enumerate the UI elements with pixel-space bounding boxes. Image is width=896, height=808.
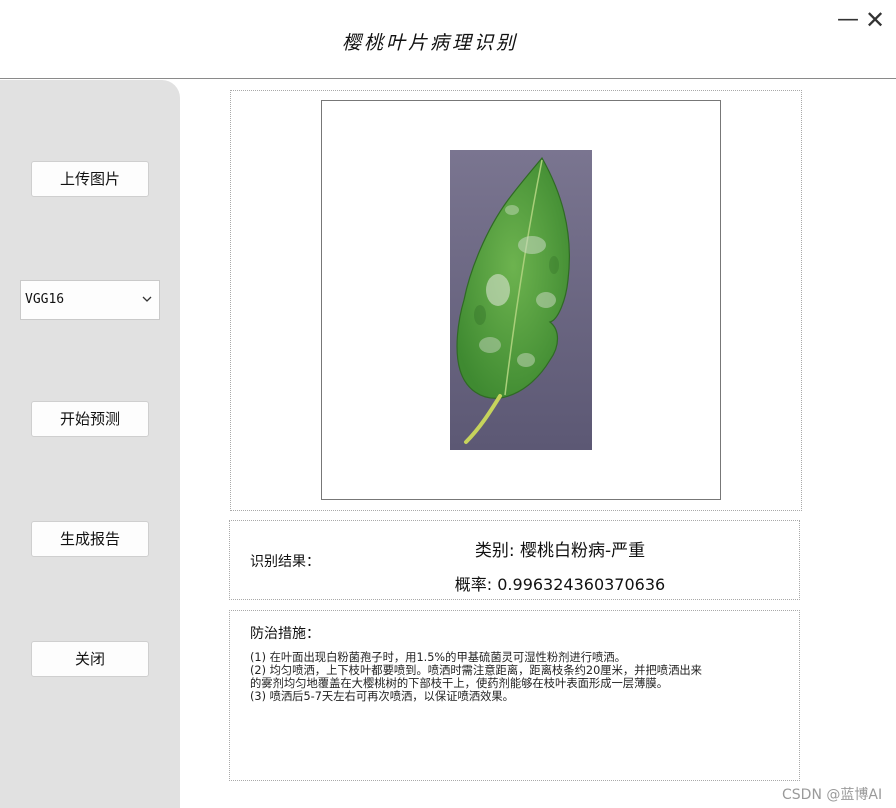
- sidebar: 上传图片 VGG16 开始预测 生成报告 关闭: [0, 80, 180, 808]
- result-panel: 识别结果： 类别: 樱桃白粉病-严重 概率: 0.996324360370636: [229, 520, 800, 600]
- measure-line: (2) 均匀喷洒，上下枝叶都要喷到。喷洒时需注意距离，距离枝条约20厘米，并把喷…: [250, 664, 702, 677]
- measures-panel: 防治措施： (1) 在叶面出现白粉菌孢子时，用1.5%的甲基硫菌灵可湿性粉剂进行…: [229, 610, 800, 781]
- start-predict-button[interactable]: 开始预测: [31, 401, 149, 437]
- title-bar: 樱桃叶片病理识别 — ✕: [0, 0, 896, 79]
- chevron-down-icon[interactable]: [141, 281, 153, 334]
- watermark: CSDN @蓝博AI: [782, 787, 883, 803]
- window-title: 樱桃叶片病理识别: [341, 32, 518, 54]
- measures-list: (1) 在叶面出现白粉菌孢子时，用1.5%的甲基硫菌灵可湿性粉剂进行喷洒。 (2…: [250, 651, 790, 703]
- image-frame: [321, 100, 721, 500]
- model-select-value: VGG16: [25, 292, 65, 307]
- minimize-button[interactable]: —: [836, 8, 860, 32]
- close-button[interactable]: 关闭: [31, 641, 149, 677]
- measures-title: 防治措施：: [250, 626, 320, 642]
- generate-report-button[interactable]: 生成报告: [31, 521, 149, 557]
- image-panel: [230, 90, 802, 511]
- measure-line: (3) 喷洒后5-7天左右可再次喷洒，以保证喷洒效果。: [250, 690, 514, 703]
- leaf-image: [450, 150, 592, 450]
- measure-line: (1) 在叶面出现白粉菌孢子时，用1.5%的甲基硫菌灵可湿性粉剂进行喷洒。: [250, 651, 626, 664]
- result-category: 类别: 樱桃白粉病-严重: [474, 541, 646, 561]
- close-window-button[interactable]: ✕: [863, 8, 887, 32]
- measure-line: 的雾剂均匀地覆盖在大樱桃树的下部枝干上，使药剂能够在枝叶表面形成一层薄膜。: [250, 677, 668, 690]
- result-probability: 概率: 0.996324360370636: [454, 575, 666, 594]
- model-select[interactable]: VGG16: [20, 280, 160, 320]
- upload-image-button[interactable]: 上传图片: [31, 161, 149, 197]
